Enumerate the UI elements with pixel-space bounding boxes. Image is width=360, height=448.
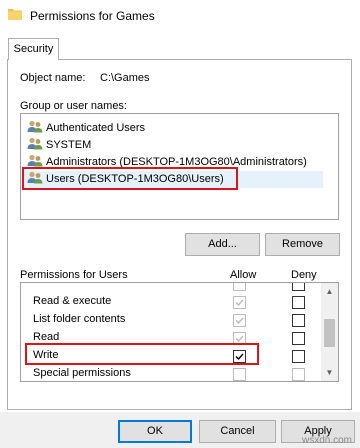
ok-button[interactable]: OK (118, 420, 192, 443)
group-names-label: Group or user names: (20, 100, 127, 112)
tab-security[interactable]: Security (8, 38, 59, 60)
allow-checkbox (233, 283, 246, 291)
deny-checkbox[interactable] (292, 283, 305, 291)
scroll-up-icon[interactable]: ▲ (321, 283, 338, 300)
title-bar: Permissions for Games (0, 0, 360, 32)
permissions-scrollbar[interactable]: ▲ ▼ (321, 283, 338, 381)
permissions-list[interactable]: Read & execute List folder contents Read… (20, 282, 339, 382)
window-title: Permissions for Games (30, 9, 155, 23)
table-row: Read & execute (21, 293, 319, 311)
allow-column-header: Allow (230, 269, 257, 281)
write-row-highlight-box (25, 343, 259, 365)
deny-checkbox[interactable] (292, 296, 305, 309)
scroll-thumb[interactable] (324, 319, 335, 347)
cancel-button[interactable]: Cancel (199, 420, 276, 443)
table-row: List folder contents (21, 311, 319, 329)
permission-name: List folder contents (33, 313, 126, 325)
list-item[interactable]: Authenticated Users (27, 120, 145, 137)
watermark: wsxdn.com (301, 435, 352, 446)
checkmark-icon (235, 299, 244, 307)
list-item-label: Authenticated Users (46, 122, 146, 134)
object-name-label: Object name: (20, 72, 86, 84)
table-row: Special permissions (21, 365, 319, 381)
users-group-icon (27, 154, 43, 167)
permissions-header: Permissions for Users (20, 269, 128, 281)
remove-button[interactable]: Remove (265, 233, 340, 256)
allow-checkbox (233, 296, 246, 309)
selection-highlight-box (22, 167, 238, 190)
deny-checkbox[interactable] (292, 350, 305, 363)
deny-column-header: Deny (291, 269, 317, 281)
users-group-icon (27, 120, 43, 133)
scroll-down-icon[interactable]: ▼ (321, 364, 338, 381)
folder-icon (8, 9, 22, 20)
permission-name: Read & execute (33, 295, 112, 307)
object-name-value: C:\Games (100, 72, 150, 84)
users-group-icon (27, 137, 43, 150)
add-button[interactable]: Add... (185, 233, 260, 256)
table-row (21, 283, 319, 293)
list-item-label: SYSTEM (46, 139, 92, 151)
deny-checkbox[interactable] (292, 314, 305, 327)
allow-checkbox (233, 368, 246, 381)
deny-checkbox[interactable] (292, 332, 305, 345)
permission-name: Special permissions (33, 367, 131, 379)
checkmark-icon (235, 317, 244, 325)
list-item[interactable]: SYSTEM (27, 137, 91, 154)
permission-name: Read (33, 331, 60, 343)
deny-checkbox (292, 368, 305, 381)
allow-checkbox (233, 314, 246, 327)
